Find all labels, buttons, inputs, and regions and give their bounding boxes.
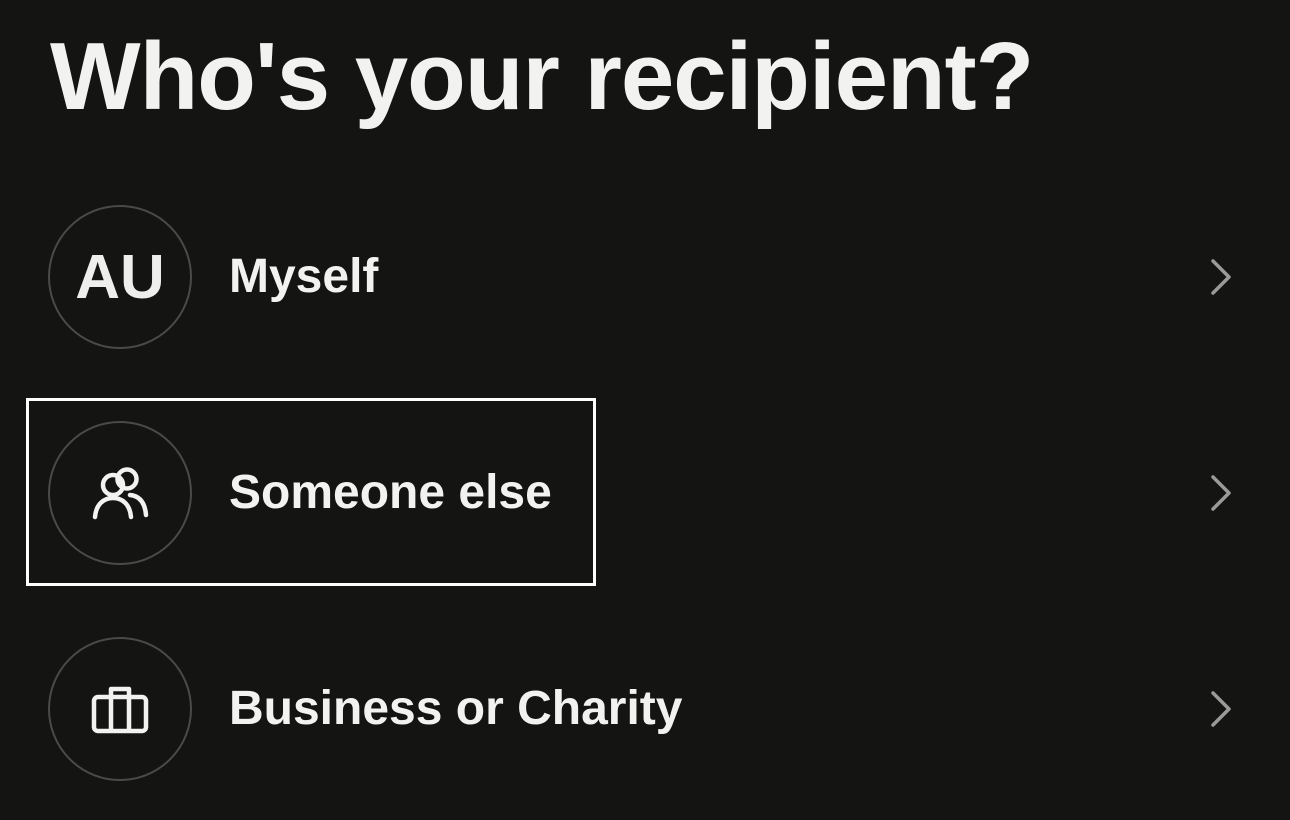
avatar-initials: AU bbox=[75, 242, 165, 312]
page-title: Who's your recipient? bbox=[50, 23, 1034, 130]
option-label-business-or-charity: Business or Charity bbox=[229, 682, 683, 735]
chevron-right-icon bbox=[1211, 691, 1231, 727]
chevron-right-icon bbox=[1211, 259, 1231, 295]
option-myself[interactable]: AU Myself bbox=[0, 205, 1290, 351]
people-icon bbox=[92, 467, 149, 520]
avatar: AU bbox=[48, 205, 192, 349]
option-label-myself: Myself bbox=[229, 250, 379, 303]
option-business-or-charity[interactable]: Business or Charity bbox=[0, 637, 1290, 783]
option-label-someone-else: Someone else bbox=[229, 466, 552, 519]
chevron-right-icon bbox=[1211, 475, 1231, 511]
business-icon-circle bbox=[48, 637, 192, 781]
option-someone-else[interactable]: Someone else bbox=[0, 421, 1290, 567]
recipient-page: Who's your recipient? AU Myself Someone … bbox=[0, 0, 1290, 820]
briefcase-icon bbox=[91, 686, 149, 734]
someone-else-icon-circle bbox=[48, 421, 192, 565]
